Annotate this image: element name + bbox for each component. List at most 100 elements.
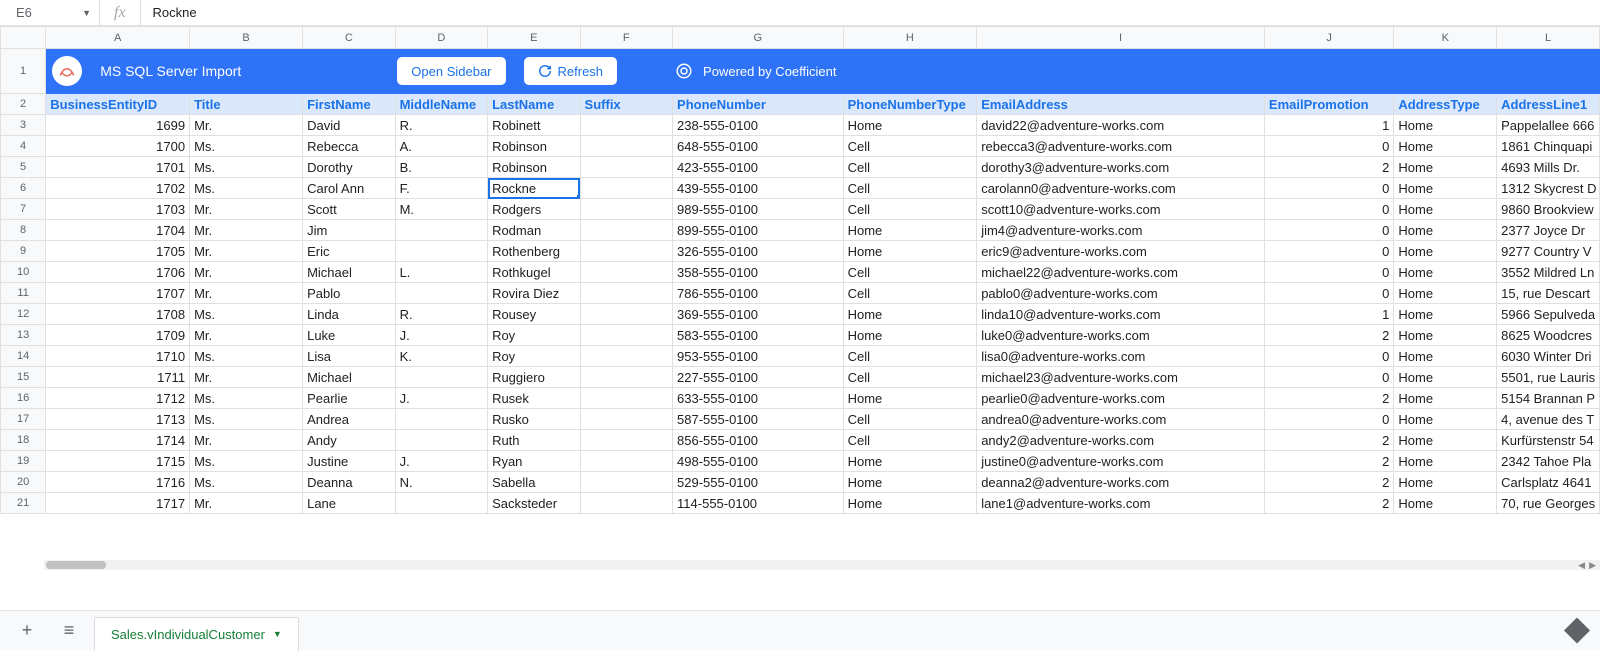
cell[interactable]: Home — [843, 241, 977, 262]
cell[interactable]: 1707 — [46, 283, 190, 304]
cell[interactable]: Lane — [303, 493, 395, 514]
column-header[interactable]: E — [488, 27, 580, 49]
cell[interactable] — [580, 451, 672, 472]
cell[interactable]: 989-555-0100 — [673, 199, 844, 220]
sheet-tab[interactable]: Sales.vIndividualCustomer ▼ — [94, 617, 299, 651]
row-header[interactable]: 21 — [1, 493, 46, 514]
cell[interactable]: Eric — [303, 241, 395, 262]
cell[interactable]: Ms. — [190, 451, 303, 472]
cell[interactable] — [580, 430, 672, 451]
cell[interactable]: 1699 — [46, 115, 190, 136]
cell[interactable]: 238-555-0100 — [673, 115, 844, 136]
cell[interactable]: Dorothy — [303, 157, 395, 178]
cell[interactable]: 1708 — [46, 304, 190, 325]
cell[interactable]: dorothy3@adventure-works.com — [977, 157, 1265, 178]
cell[interactable]: michael23@adventure-works.com — [977, 367, 1265, 388]
column-header[interactable]: H — [843, 27, 977, 49]
row-header[interactable]: 17 — [1, 409, 46, 430]
cell[interactable]: Ms. — [190, 178, 303, 199]
cell[interactable]: Michael — [303, 367, 395, 388]
row-header[interactable]: 4 — [1, 136, 46, 157]
cell[interactable]: 1714 — [46, 430, 190, 451]
cell[interactable]: Home — [1394, 451, 1497, 472]
cell[interactable]: Mr. — [190, 325, 303, 346]
cell[interactable] — [580, 262, 672, 283]
column-header[interactable]: K — [1394, 27, 1497, 49]
cell[interactable]: 114-555-0100 — [673, 493, 844, 514]
cell[interactable]: Home — [843, 451, 977, 472]
cell[interactable]: Ruth — [488, 430, 580, 451]
cell[interactable]: 953-555-0100 — [673, 346, 844, 367]
row-header[interactable]: 2 — [1, 94, 46, 115]
cell[interactable]: Cell — [843, 157, 977, 178]
cell[interactable]: michael22@adventure-works.com — [977, 262, 1265, 283]
column-header[interactable]: I — [977, 27, 1265, 49]
add-sheet-button[interactable]: + — [10, 616, 44, 646]
cell[interactable]: andrea0@adventure-works.com — [977, 409, 1265, 430]
cell[interactable]: Andrea — [303, 409, 395, 430]
cell[interactable]: 2 — [1264, 325, 1393, 346]
cell[interactable]: carolann0@adventure-works.com — [977, 178, 1265, 199]
cell[interactable]: Mr. — [190, 262, 303, 283]
cell[interactable]: 786-555-0100 — [673, 283, 844, 304]
cell[interactable]: Robinett — [488, 115, 580, 136]
cell[interactable]: 5154 Brannan P — [1497, 388, 1600, 409]
cell[interactable]: Deanna — [303, 472, 395, 493]
cell[interactable]: 1700 — [46, 136, 190, 157]
cell[interactable]: Cell — [843, 367, 977, 388]
cell[interactable]: Home — [1394, 115, 1497, 136]
cell[interactable]: Ms. — [190, 388, 303, 409]
cell[interactable]: 2342 Tahoe Pla — [1497, 451, 1600, 472]
cell[interactable]: Rothkugel — [488, 262, 580, 283]
cell[interactable] — [580, 220, 672, 241]
cell[interactable]: 4, avenue des T — [1497, 409, 1600, 430]
row-header[interactable]: 19 — [1, 451, 46, 472]
cell[interactable]: Luke — [303, 325, 395, 346]
cell[interactable]: Pearlie — [303, 388, 395, 409]
cell[interactable]: Cell — [843, 409, 977, 430]
row-header[interactable]: 13 — [1, 325, 46, 346]
cell[interactable]: K. — [395, 346, 487, 367]
table-header-cell[interactable]: AddressLine1 — [1497, 94, 1600, 115]
cell[interactable]: Robinson — [488, 136, 580, 157]
name-box[interactable]: E6 ▼ — [8, 0, 100, 25]
cell[interactable]: Roy — [488, 346, 580, 367]
row-header[interactable]: 5 — [1, 157, 46, 178]
cell[interactable]: 5966 Sepulveda — [1497, 304, 1600, 325]
cell[interactable]: Rothenberg — [488, 241, 580, 262]
cell[interactable]: 1861 Chinquapi — [1497, 136, 1600, 157]
cell[interactable]: Mr. — [190, 430, 303, 451]
cell[interactable]: 587-555-0100 — [673, 409, 844, 430]
row-header[interactable]: 15 — [1, 367, 46, 388]
cell[interactable]: Ms. — [190, 346, 303, 367]
cell[interactable]: scott10@adventure-works.com — [977, 199, 1265, 220]
cell[interactable] — [395, 220, 487, 241]
cell[interactable] — [580, 493, 672, 514]
cell[interactable]: justine0@adventure-works.com — [977, 451, 1265, 472]
column-header[interactable]: B — [190, 27, 303, 49]
cell[interactable]: F. — [395, 178, 487, 199]
column-header[interactable]: F — [580, 27, 672, 49]
cell[interactable]: Ms. — [190, 472, 303, 493]
cell[interactable]: Cell — [843, 262, 977, 283]
cell[interactable]: Mr. — [190, 493, 303, 514]
cell[interactable]: Home — [1394, 325, 1497, 346]
cell[interactable]: 1717 — [46, 493, 190, 514]
select-all-corner[interactable] — [1, 27, 46, 49]
cell[interactable]: Home — [843, 472, 977, 493]
cell[interactable]: 529-555-0100 — [673, 472, 844, 493]
row-header[interactable]: 8 — [1, 220, 46, 241]
cell[interactable]: 1 — [1264, 115, 1393, 136]
row-header[interactable]: 20 — [1, 472, 46, 493]
cell[interactable]: Home — [1394, 472, 1497, 493]
cell[interactable]: Mr. — [190, 241, 303, 262]
cell[interactable] — [580, 304, 672, 325]
cell[interactable] — [580, 409, 672, 430]
cell[interactable]: R. — [395, 304, 487, 325]
row-header[interactable]: 1 — [1, 49, 46, 94]
table-header-cell[interactable]: AddressType — [1394, 94, 1497, 115]
row-header[interactable]: 3 — [1, 115, 46, 136]
cell[interactable]: andy2@adventure-works.com — [977, 430, 1265, 451]
cell[interactable]: Kurfürstenstr 54 — [1497, 430, 1600, 451]
cell[interactable]: 227-555-0100 — [673, 367, 844, 388]
